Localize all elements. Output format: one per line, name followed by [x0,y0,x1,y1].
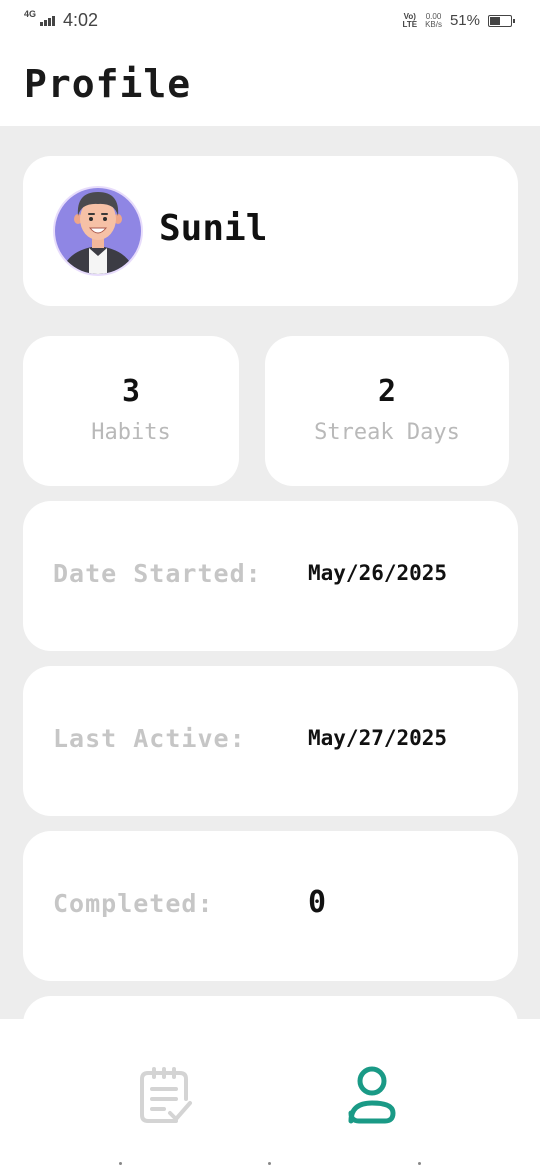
user-name: Sunil [159,208,268,249]
habits-count-value: 3 [121,374,141,409]
completed-label: Completed: [53,889,214,918]
home-indicator-dot [119,1162,122,1165]
last-active-value: May/27/2025 [308,726,448,750]
signal-icon [40,15,56,26]
battery-icon [488,14,515,27]
user-avatar-icon [53,186,143,276]
volte-icon: Vo) LTE [402,12,418,29]
network-type: 4G [24,9,37,19]
streak-days-card: 2 Streak Days [265,336,509,486]
nav-habits-tab[interactable] [136,1065,196,1129]
speed-unit: KB/s [425,19,442,29]
habits-checklist-icon [140,1067,192,1123]
battery-percent: 51% [449,12,480,29]
nav-profile-tab[interactable] [342,1065,402,1129]
streak-days-label: Streak Days [314,420,460,445]
completed-card: Completed: 0 [23,831,518,981]
profile-card: Sunil [23,156,518,306]
home-indicator-dot [418,1162,421,1165]
last-active-label: Last Active: [53,724,246,753]
volte-label-bottom: LTE [402,19,418,29]
status-bar: 4G 4:02 Vo) LTE 0.00 KB/s 51% [0,0,540,44]
date-started-value: May/26/2025 [308,561,448,585]
home-indicator-dot [268,1162,271,1165]
date-started-card: Date Started: May/26/2025 [23,501,518,651]
habits-count-label: Habits [91,420,171,445]
bottom-nav [0,1019,540,1170]
profile-person-icon [348,1066,396,1124]
last-active-card: Last Active: May/27/2025 [23,666,518,816]
streak-days-value: 2 [377,374,397,409]
habits-count-card: 3 Habits [23,336,239,486]
completed-value: 0 [308,885,327,920]
battery-level [490,16,500,25]
network-speed: 0.00 KB/s [425,12,442,29]
date-started-label: Date Started: [53,559,262,588]
app-header: Profile [0,44,540,126]
page-title: Profile [24,62,192,106]
status-time: 4:02 [63,10,99,30]
